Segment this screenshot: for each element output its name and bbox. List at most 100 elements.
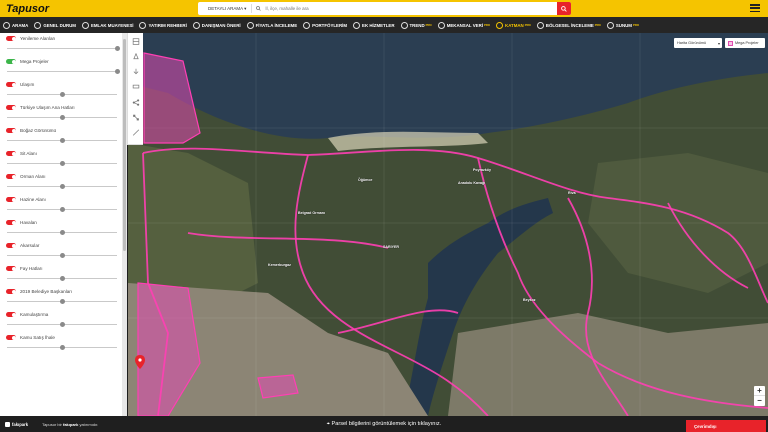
map-label: Öğümce bbox=[358, 178, 373, 182]
layer-toggle[interactable] bbox=[6, 197, 16, 202]
opacity-slider[interactable] bbox=[7, 115, 117, 120]
slider-handle[interactable] bbox=[59, 115, 65, 120]
app-logo[interactable]: Tapusor bbox=[6, 3, 196, 15]
opacity-slider[interactable] bbox=[7, 299, 117, 304]
chat-status-button[interactable]: Çevrimdışı bbox=[686, 420, 766, 432]
network-icon[interactable] bbox=[132, 114, 140, 121]
slider-handle[interactable] bbox=[114, 46, 120, 51]
layer-toggle[interactable] bbox=[6, 128, 16, 133]
layer-toggle[interactable] bbox=[6, 220, 16, 225]
zoom-in-button[interactable]: + bbox=[754, 386, 765, 396]
nav-item-sunum[interactable]: SUNUM PRO bbox=[606, 21, 640, 29]
layer-item: Yenileme Alanları bbox=[0, 33, 127, 56]
nav-item-emlak-muayenesi[interactable]: EMLAK MUAYENESİ bbox=[81, 21, 133, 29]
layer-toggle[interactable] bbox=[6, 151, 16, 156]
nav-item-yatirim-rehberi[interactable]: YATIRIM REHBERİ bbox=[139, 21, 187, 29]
zoom-out-button[interactable]: − bbox=[754, 396, 765, 406]
layer-toggle[interactable] bbox=[6, 59, 16, 64]
layer-item: Türkiye Ulaşım Ana Hatları bbox=[0, 102, 127, 125]
layer-label: Mega Projeler bbox=[20, 59, 49, 64]
map-legend[interactable]: Mega Projeler bbox=[725, 38, 765, 48]
layer-item: Akarsular bbox=[0, 240, 127, 263]
opacity-slider[interactable] bbox=[7, 138, 117, 143]
pro-badge: PRO bbox=[524, 23, 531, 27]
slider-handle[interactable] bbox=[59, 276, 65, 281]
region-icon bbox=[536, 21, 544, 29]
layer-label: Hazine Alanı bbox=[20, 197, 46, 202]
nav-item-mekansal-veri[interactable]: MEKANSAL VERİ PRO bbox=[437, 21, 491, 29]
opacity-slider[interactable] bbox=[7, 46, 120, 51]
opacity-slider[interactable] bbox=[7, 69, 120, 74]
layer-toggle[interactable] bbox=[6, 289, 16, 294]
opacity-slider[interactable] bbox=[7, 92, 117, 97]
slider-handle[interactable] bbox=[59, 207, 65, 212]
map-pin-icon: ⌖ bbox=[326, 420, 330, 427]
pro-badge: PRO bbox=[483, 23, 491, 27]
layer-toggle[interactable] bbox=[6, 82, 16, 87]
services-icon bbox=[353, 21, 361, 29]
download-icon[interactable] bbox=[132, 68, 140, 75]
map-toolbar bbox=[127, 33, 143, 145]
slider-handle[interactable] bbox=[59, 253, 65, 258]
search-mode-dropdown[interactable]: DETAYLI ARAMA ▾ bbox=[198, 4, 253, 13]
measure-icon[interactable] bbox=[132, 129, 140, 136]
search-bar[interactable]: DETAYLI ARAMA ▾ bbox=[198, 2, 571, 15]
search-button[interactable] bbox=[557, 2, 571, 15]
opacity-slider[interactable] bbox=[7, 345, 117, 350]
layer-label: Akarsular bbox=[20, 243, 40, 248]
layers-icon bbox=[496, 21, 504, 29]
layer-toggle[interactable] bbox=[6, 243, 16, 248]
slider-handle[interactable] bbox=[59, 299, 65, 304]
opacity-slider[interactable] bbox=[7, 276, 117, 281]
opacity-slider[interactable] bbox=[7, 184, 117, 189]
layers-tool-icon[interactable] bbox=[132, 38, 140, 45]
scrollbar-thumb[interactable] bbox=[123, 39, 126, 251]
home-icon bbox=[81, 21, 89, 29]
layer-toggle[interactable] bbox=[6, 266, 16, 271]
nav-item-fiyatla-inceleme[interactable]: FİYATLA İNCELEME bbox=[246, 21, 297, 29]
slider-handle[interactable] bbox=[114, 69, 120, 74]
opacity-slider[interactable] bbox=[7, 230, 117, 235]
layer-label: Fay Hatları bbox=[20, 266, 43, 271]
slider-handle[interactable] bbox=[59, 138, 65, 143]
opacity-slider[interactable] bbox=[7, 161, 117, 166]
share-icon[interactable] bbox=[132, 98, 140, 106]
footer-bar: fakıpark Tapusor bir fakıpark yatırımıdı… bbox=[0, 416, 768, 432]
layer-toggle[interactable] bbox=[6, 105, 16, 110]
layer-item: Orman Alanı bbox=[0, 171, 127, 194]
layer-label: Sit Alanı bbox=[20, 151, 37, 156]
nav-item-portfoylerim[interactable]: PORTFÖYLERİM bbox=[303, 21, 347, 29]
opacity-slider[interactable] bbox=[7, 322, 117, 327]
layer-item: Kamulaştırma bbox=[0, 309, 127, 332]
parcel-info-hint[interactable]: ⌖ Parsel bilgilerini görüntülemek için t… bbox=[0, 421, 768, 428]
nav-item-danisman-oneri[interactable]: DANIŞMAN ÖNERİ bbox=[192, 21, 241, 29]
slider-handle[interactable] bbox=[59, 92, 65, 97]
nav-item-arama[interactable]: ARAMA bbox=[3, 21, 28, 29]
slider-handle[interactable] bbox=[59, 322, 65, 327]
slider-handle[interactable] bbox=[59, 184, 65, 189]
hamburger-menu-icon[interactable] bbox=[750, 4, 760, 12]
layer-label: Havalan bbox=[20, 220, 37, 225]
basemap-select[interactable]: Harita Görünümü bbox=[674, 38, 722, 48]
nav-item-genel-durum[interactable]: GENEL DURUM bbox=[34, 21, 76, 29]
layer-toggle[interactable] bbox=[6, 312, 16, 317]
search-input[interactable] bbox=[261, 6, 571, 11]
layer-toggle[interactable] bbox=[6, 174, 16, 179]
layer-toggle[interactable] bbox=[6, 335, 16, 340]
opacity-slider[interactable] bbox=[7, 253, 117, 258]
ruler-icon[interactable] bbox=[132, 83, 140, 90]
slider-handle[interactable] bbox=[59, 230, 65, 235]
slider-handle[interactable] bbox=[59, 345, 65, 350]
map-canvas[interactable]: SARIYER Belgrad Ormanı Anadolu Kavağı Po… bbox=[128, 33, 768, 416]
draw-polygon-icon[interactable] bbox=[132, 53, 140, 60]
layer-label: Ulaşım bbox=[20, 82, 35, 87]
nav-item-bolgesel-inceleme[interactable]: BÖLGESEL İNCELEME PRO bbox=[536, 21, 601, 29]
pro-badge: PRO bbox=[632, 23, 640, 27]
nav-item-katman[interactable]: KATMAN PRO bbox=[496, 21, 531, 29]
nav-item-ek-hizmetler[interactable]: EK HİZMETLER bbox=[353, 21, 395, 29]
nav-item-trend[interactable]: TREND PRO bbox=[400, 21, 432, 29]
slider-handle[interactable] bbox=[59, 161, 65, 166]
layer-toggle[interactable] bbox=[6, 36, 16, 41]
presentation-icon bbox=[606, 21, 614, 29]
opacity-slider[interactable] bbox=[7, 207, 117, 212]
